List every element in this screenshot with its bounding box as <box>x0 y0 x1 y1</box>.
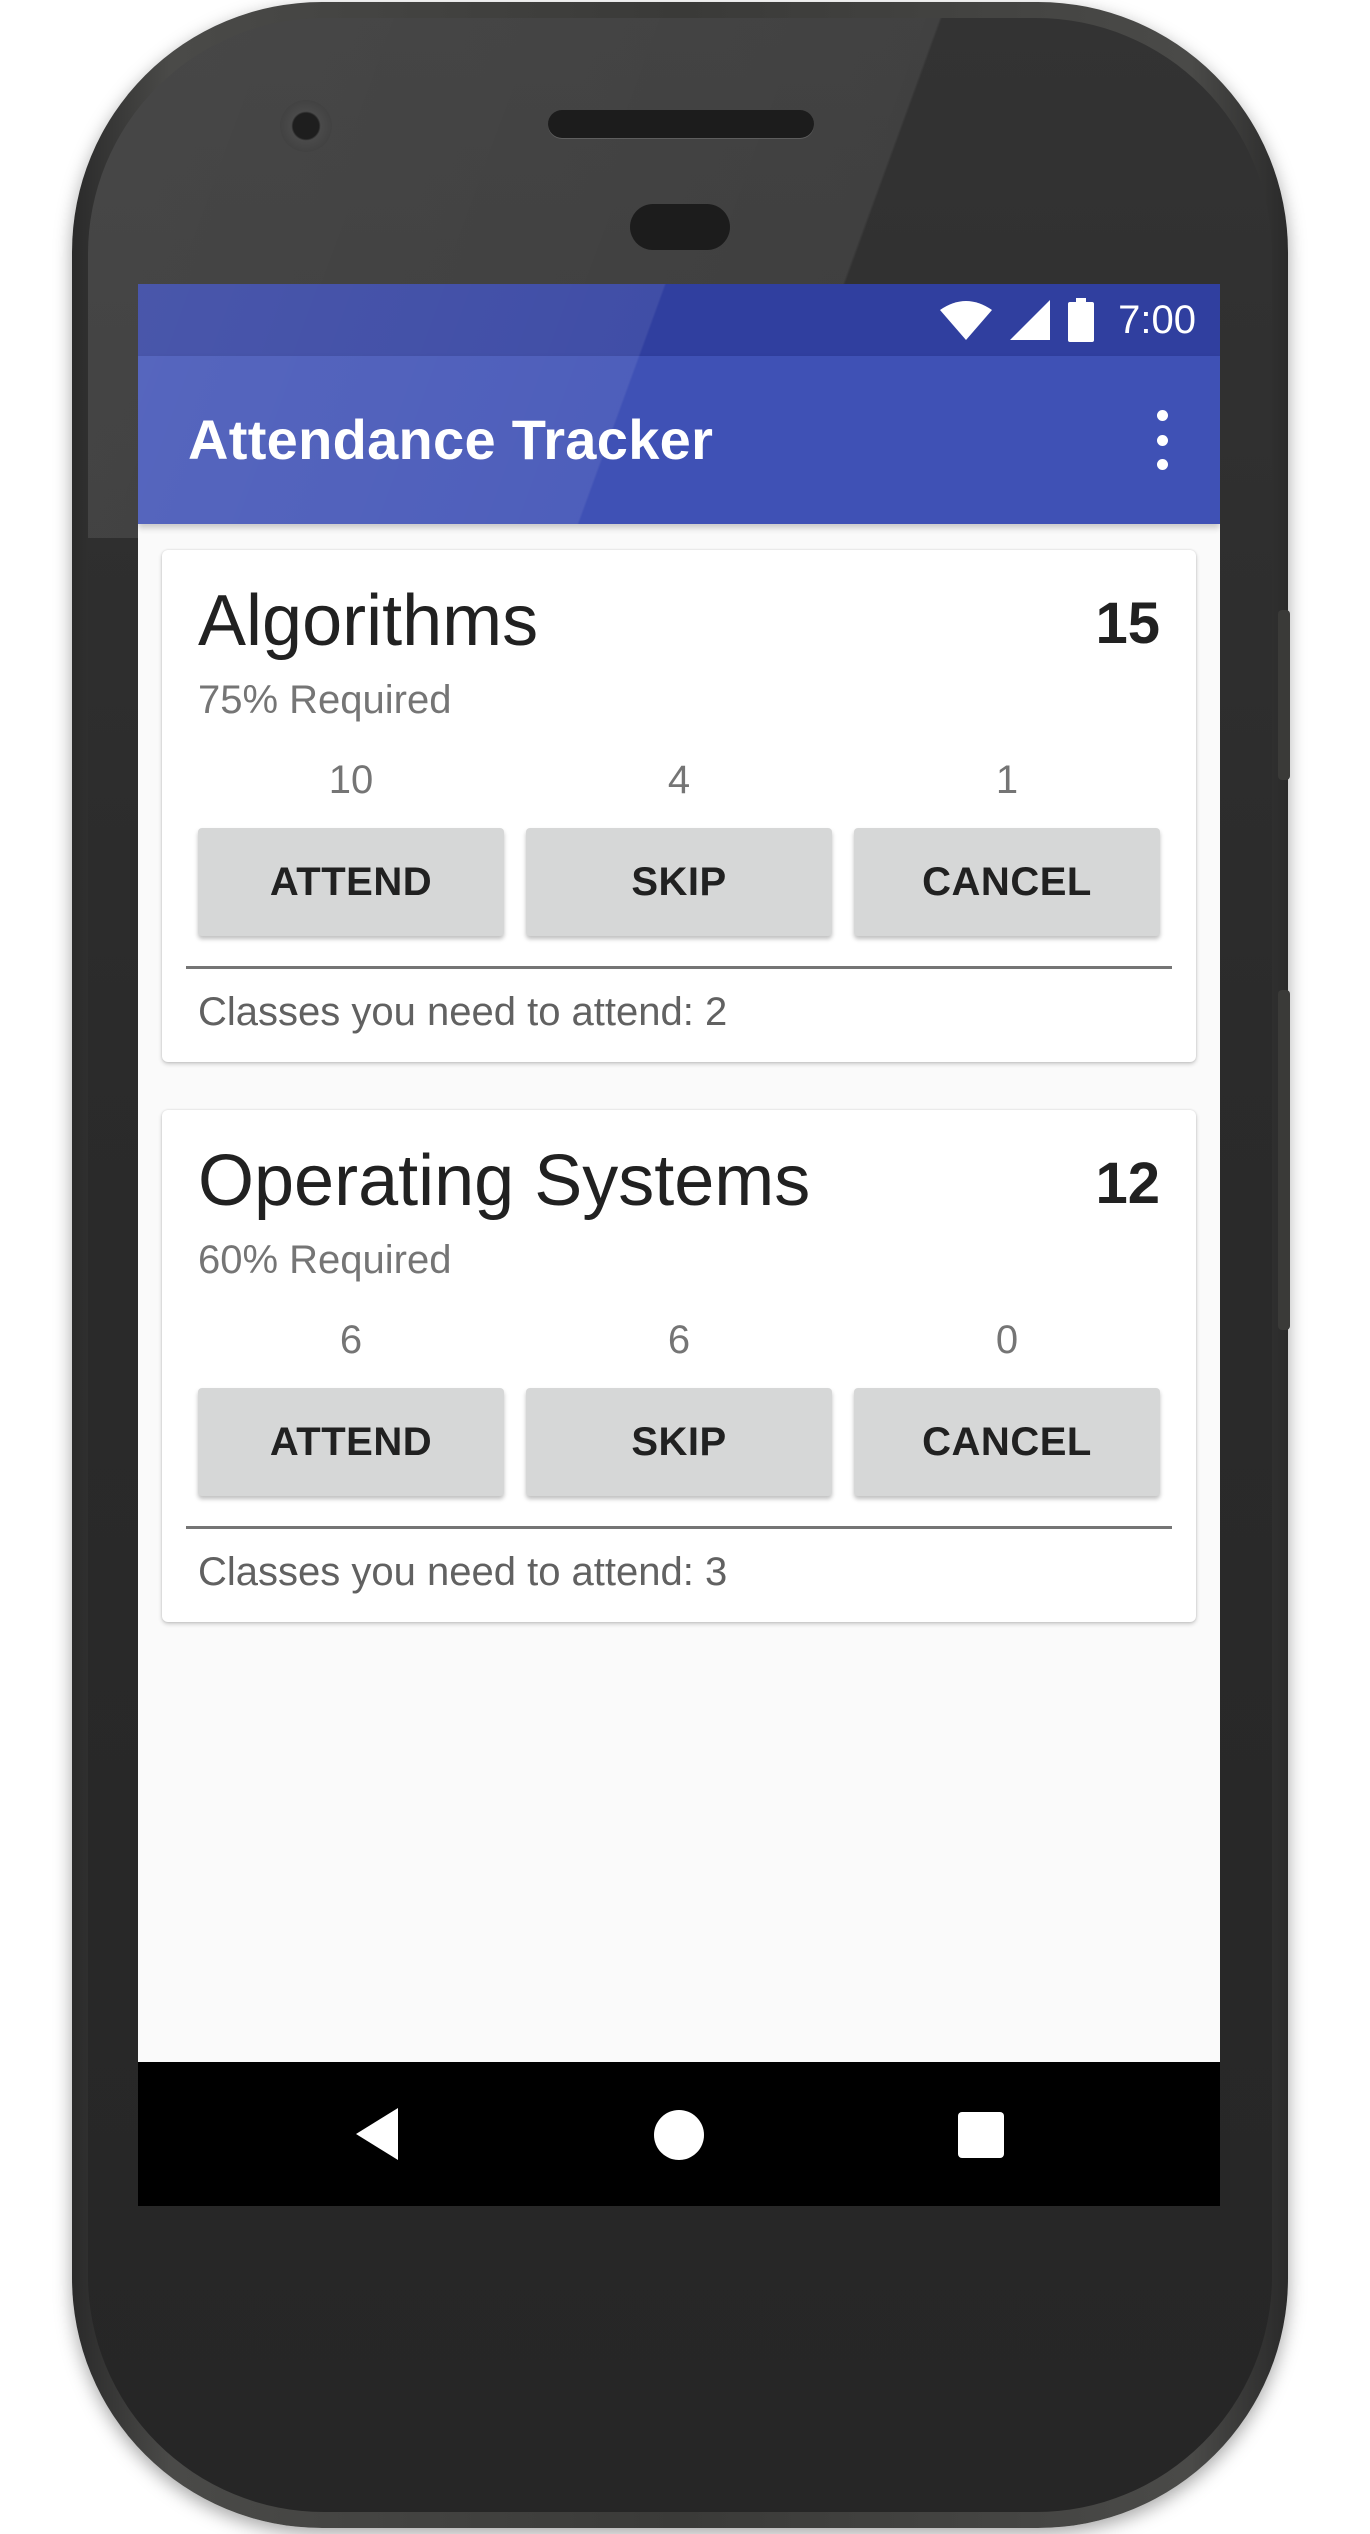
course-required-percentage: 75% Required <box>198 678 452 722</box>
attended-count: 6 <box>339 1318 363 1362</box>
divider <box>186 1526 1172 1529</box>
attend-button[interactable]: ATTEND <box>198 828 504 936</box>
cancelled-count: 1 <box>995 758 1019 802</box>
cancelled-count: 0 <box>995 1318 1019 1362</box>
course-name: Algorithms <box>198 581 539 661</box>
attended-count: 10 <box>328 758 374 802</box>
course-card-operating-systems: Operating Systems 12 60% Required 6 6 0 … <box>162 1110 1196 1622</box>
power-button <box>1278 610 1290 780</box>
navigation-bar <box>138 2062 1220 2206</box>
proximity-sensor <box>630 204 730 250</box>
front-camera <box>280 100 332 152</box>
status-bar: 7:00 <box>138 284 1220 356</box>
classes-needed-text: Classes you need to attend: 3 <box>198 1550 728 1594</box>
course-total-classes: 12 <box>1095 1151 1160 1216</box>
classes-needed-text: Classes you need to attend: 2 <box>198 990 728 1034</box>
overflow-menu-icon[interactable] <box>1150 410 1174 470</box>
skip-button[interactable]: SKIP <box>526 1388 832 1496</box>
signal-icon <box>1010 300 1051 340</box>
skip-button[interactable]: SKIP <box>526 828 832 936</box>
status-time: 7:00 <box>1118 297 1196 342</box>
course-name: Operating Systems <box>198 1141 811 1221</box>
battery-icon <box>1068 298 1095 342</box>
volume-button <box>1278 990 1290 1330</box>
back-icon[interactable] <box>356 2108 398 2160</box>
recents-icon[interactable] <box>958 2112 1004 2158</box>
skipped-count: 6 <box>667 1318 691 1362</box>
app-title: Attendance Tracker <box>188 408 714 471</box>
course-total-classes: 15 <box>1095 591 1160 656</box>
cancel-button[interactable]: CANCEL <box>854 828 1160 936</box>
screen: 7:00 Attendance Tracker Algorithms 15 75… <box>138 284 1220 2206</box>
course-required-percentage: 60% Required <box>198 1238 452 1282</box>
earpiece-speaker <box>548 110 814 138</box>
divider <box>186 966 1172 969</box>
app-bar: Attendance Tracker <box>138 356 1220 524</box>
course-card-algorithms: Algorithms 15 75% Required 10 4 1 ATTEND… <box>162 550 1196 1062</box>
attend-button[interactable]: ATTEND <box>198 1388 504 1496</box>
skipped-count: 4 <box>667 758 691 802</box>
wifi-icon <box>940 301 993 340</box>
home-icon[interactable] <box>654 2110 704 2160</box>
cancel-button[interactable]: CANCEL <box>854 1388 1160 1496</box>
